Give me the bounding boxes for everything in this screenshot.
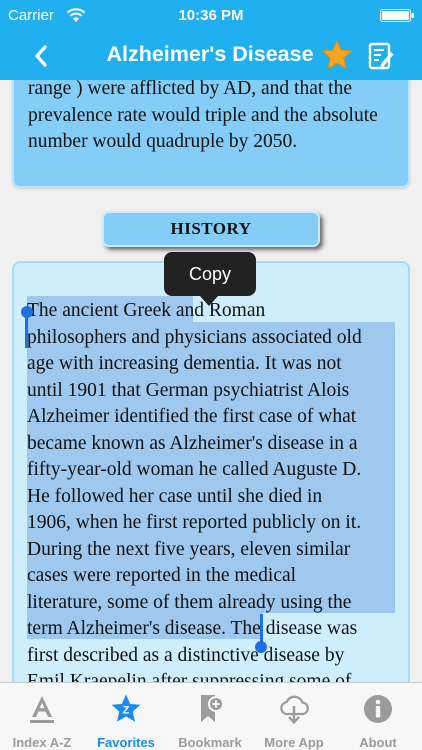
back-chevron-icon[interactable] <box>32 44 50 68</box>
status-bar: Carrier 10:36 PM <box>0 0 422 30</box>
copy-label: Copy <box>188 263 232 284</box>
history-article-text[interactable]: The ancient Greek and Roman philosophers… <box>27 298 399 682</box>
edit-note-icon[interactable] <box>368 42 394 70</box>
cloud-download-icon <box>280 695 309 725</box>
tab-label: Bookmark <box>178 735 242 750</box>
svg-text:Z: Z <box>123 705 130 717</box>
favorite-star-icon[interactable] <box>320 38 354 72</box>
favorites-star-icon: Z <box>111 694 141 722</box>
tab-bar: Index A-Z Z Favorites Bookmark More App <box>0 682 422 750</box>
copy-menu-pointer <box>200 296 218 306</box>
section-heading-history: HISTORY <box>102 211 320 247</box>
tab-label: More App <box>264 735 324 750</box>
article-scroll-view[interactable]: range ) were afflicted by AD, and that t… <box>0 0 422 682</box>
tab-bookmark[interactable]: Bookmark <box>168 683 252 750</box>
index-a-icon <box>30 696 54 723</box>
summary-text: range ) were afflicted by AD, and that t… <box>28 78 378 152</box>
tab-label: About <box>359 735 397 750</box>
tab-label: Favorites <box>97 735 155 750</box>
copy-menu-item[interactable]: Copy <box>164 252 256 296</box>
tab-index-a-z[interactable]: Index A-Z <box>0 683 84 750</box>
tab-more-app[interactable]: More App <box>252 683 336 750</box>
tab-about[interactable]: About <box>336 683 420 750</box>
section-heading-label: HISTORY <box>170 219 252 238</box>
navigation-header: Carrier 10:36 PM Alzheimer's Disease <box>0 0 422 80</box>
tab-favorites[interactable]: Z Favorites <box>84 683 168 750</box>
info-icon <box>364 695 392 723</box>
page-title: Alzheimer's Disease <box>106 42 314 66</box>
battery-icon <box>380 9 414 22</box>
tab-label: Index A-Z <box>12 735 72 750</box>
bookmark-icon <box>201 695 224 722</box>
selection-start-caret[interactable] <box>25 316 28 348</box>
selection-end-handle[interactable] <box>255 641 267 653</box>
status-time: 10:36 PM <box>178 7 244 24</box>
